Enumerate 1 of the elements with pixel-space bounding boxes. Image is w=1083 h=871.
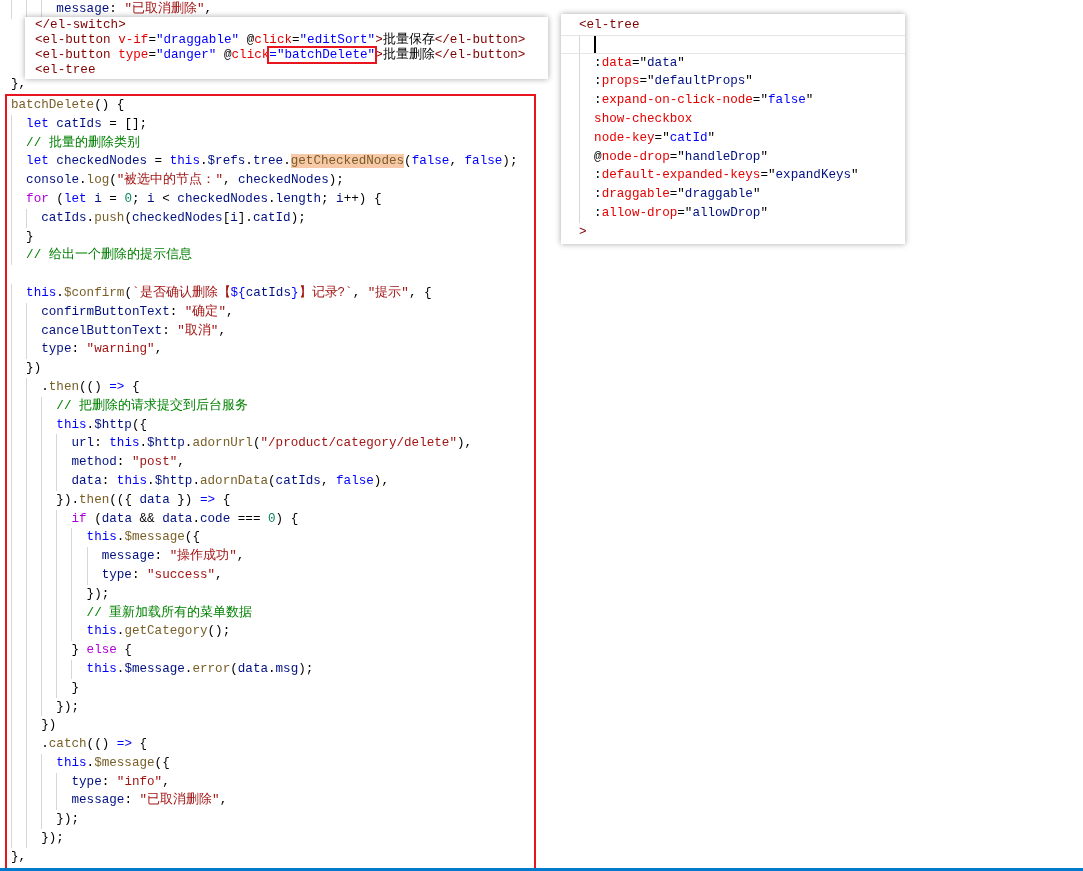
text-cursor <box>594 35 596 53</box>
